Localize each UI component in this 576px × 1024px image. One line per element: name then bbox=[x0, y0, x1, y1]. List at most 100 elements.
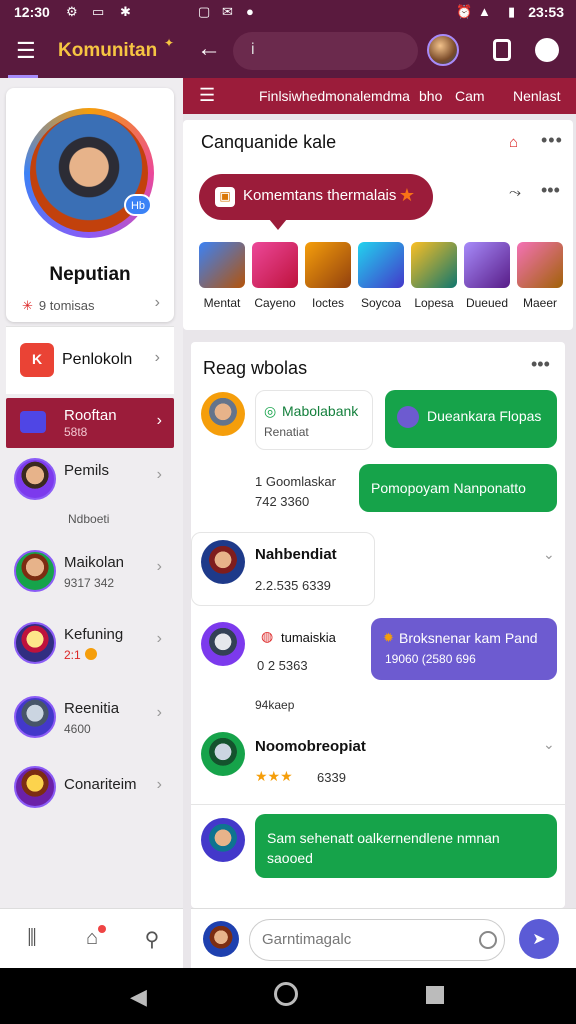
chat-header: ← i bbox=[183, 24, 576, 78]
message-avatar[interactable] bbox=[201, 732, 245, 776]
sparkle-icon: ✳ bbox=[22, 298, 33, 313]
profile-name: Neputian bbox=[49, 264, 131, 285]
chevron-right-icon: › bbox=[154, 294, 160, 311]
menu-icon[interactable]: ☰ bbox=[199, 85, 215, 106]
message-icon: ▭ bbox=[92, 4, 105, 19]
message-text: Sam sehenatt oalkernendlene nmnan bbox=[267, 830, 500, 846]
more-icon[interactable]: ••• bbox=[531, 354, 550, 375]
profile-icon[interactable] bbox=[535, 38, 559, 62]
hero-item[interactable]: Soycoa bbox=[358, 242, 404, 310]
app-header: ☰ Komunitan ✦ bbox=[0, 24, 183, 78]
hero-name: Mentat bbox=[203, 296, 241, 310]
tab-main[interactable]: Finlsiwhedmonalemdma bbox=[259, 88, 410, 104]
notification-dot bbox=[98, 925, 106, 933]
flame-icon: ✹ bbox=[383, 630, 394, 645]
square-icon: ▢ bbox=[198, 4, 211, 19]
share-icon[interactable]: ⤳ bbox=[509, 184, 521, 201]
tab-bar: ☰ Finlsiwhedmonalemdma bho Cam Nenlast bbox=[183, 78, 576, 114]
message-name: Nahbendiat bbox=[255, 546, 337, 563]
hero-image bbox=[517, 242, 563, 288]
message-sub: 2.2.535 6339 bbox=[255, 578, 331, 593]
message-bubble-green[interactable]: Pomopoyam Nanponatto bbox=[359, 464, 557, 512]
sidebar-item-conariteim[interactable]: Conariteim › bbox=[6, 756, 174, 826]
hero-item[interactable]: Lopesa bbox=[411, 242, 457, 310]
message-name: Noomobreopiat bbox=[255, 738, 366, 755]
search-input[interactable]: i bbox=[233, 32, 418, 70]
list-icon bbox=[20, 411, 46, 433]
sidebar-item-kefuning[interactable]: Kefuning 2:1 › bbox=[6, 612, 174, 686]
hero-item[interactable]: Mentat bbox=[199, 242, 245, 310]
sidebar-item-sub: 9317 342 bbox=[64, 576, 115, 590]
message-input[interactable]: Garntimagalc bbox=[249, 919, 505, 961]
more-icon[interactable]: ••• bbox=[541, 180, 560, 201]
message-card[interactable]: ◎ Mabolabank Renatiat bbox=[255, 390, 373, 450]
message-text: 1 Goomlaskar bbox=[255, 474, 336, 489]
sidebar-item-sub: 58t8 bbox=[64, 425, 88, 439]
sidebar-item-reenitia[interactable]: Reenitia 4600 › bbox=[6, 686, 174, 756]
message-bubble-purple[interactable]: ✹ Broksnenar kam Pand 19060 (2580 696 bbox=[371, 618, 557, 680]
home-icon[interactable] bbox=[274, 982, 298, 1006]
chevron-right-icon: › bbox=[156, 558, 162, 575]
message-bubble-green[interactable]: Sam sehenatt oalkernendlene nmnan saooed bbox=[255, 814, 557, 878]
send-button[interactable]: ➤ bbox=[519, 919, 559, 959]
community-bubble[interactable]: ▣ Komemtans thermalais ★ bbox=[199, 174, 433, 230]
hero-item[interactable]: Dueued bbox=[464, 242, 510, 310]
chevron-right-icon: › bbox=[156, 776, 162, 793]
sidebar-item-rooftan[interactable]: Rooftan 58t8 › bbox=[6, 398, 174, 448]
message-card-sub: Renatiat bbox=[264, 425, 309, 439]
chevron-down-icon[interactable]: ⌄ bbox=[543, 546, 555, 563]
library-icon[interactable]: ⫼ bbox=[20, 927, 44, 951]
chevron-right-icon: › bbox=[156, 466, 162, 483]
bubble-text: Komemtans thermalais bbox=[243, 187, 397, 204]
hero-item[interactable]: Cayeno bbox=[252, 242, 298, 310]
profile-subtitle: ✳ 9 tomisas bbox=[22, 298, 95, 314]
account-icon[interactable]: ⚲ bbox=[140, 927, 164, 951]
back-arrow-icon[interactable]: ← bbox=[197, 35, 221, 63]
hero-row: Mentat Cayeno Ioctes Soycoa Lopesa Dueue… bbox=[197, 242, 567, 318]
chevron-right-icon: › bbox=[156, 630, 162, 647]
sidebar-item-penlokoln[interactable]: K Penlokoln › bbox=[6, 326, 174, 394]
avatar bbox=[14, 696, 56, 738]
square-button-icon[interactable] bbox=[493, 39, 511, 61]
community-title: Canquanide kale bbox=[201, 132, 337, 152]
sidebar-item-pemils[interactable]: Pemils › Ndboeti bbox=[6, 448, 174, 540]
back-icon[interactable]: ◀ bbox=[130, 984, 147, 1010]
recents-icon[interactable] bbox=[426, 986, 444, 1004]
tab-bho[interactable]: bho bbox=[419, 88, 442, 104]
tab-cam[interactable]: Cam bbox=[455, 88, 485, 104]
mail-icon: ✉ bbox=[222, 4, 233, 19]
message-avatar[interactable] bbox=[201, 622, 245, 666]
composer-avatar[interactable] bbox=[203, 921, 239, 957]
tab-nenlast[interactable]: Nenlast bbox=[513, 88, 560, 104]
message-text: Pomopoyam Nanponatto bbox=[371, 480, 526, 496]
sidebar-item-label: Conariteim bbox=[64, 776, 137, 793]
hero-item[interactable]: Ioctes bbox=[305, 242, 351, 310]
hero-name: Dueued bbox=[465, 296, 509, 310]
message-sub: 6339 bbox=[317, 770, 346, 785]
chevron-down-icon[interactable]: ⌄ bbox=[543, 736, 555, 753]
more-icon[interactable]: ••• bbox=[541, 130, 563, 151]
message-text: 19060 (2580 696 bbox=[385, 652, 476, 666]
sidebar-item-maikolan[interactable]: Maikolan 9317 342 › bbox=[6, 540, 174, 612]
coin-icon bbox=[84, 648, 97, 660]
home-icon[interactable]: ⌂ bbox=[509, 134, 518, 151]
hero-item[interactable]: Maeer bbox=[517, 242, 563, 310]
main-content: Canquanide kale ⌂ ••• ▣ Komemtans therma… bbox=[183, 114, 576, 908]
message-avatar[interactable] bbox=[201, 392, 245, 436]
profile-sub-text: 9 tomisas bbox=[38, 298, 95, 313]
message-avatar[interactable] bbox=[201, 540, 245, 584]
chevron-right-icon: › bbox=[156, 412, 162, 429]
profile-card[interactable]: Hb Neputian ✳ 9 tomisas › bbox=[6, 88, 174, 322]
sidebar-item-sub-text: 2:1 bbox=[64, 648, 81, 662]
notifications-icon[interactable]: ⌂ bbox=[80, 925, 106, 951]
message-bubble-green[interactable]: Dueankara Flopas bbox=[385, 390, 557, 448]
user-avatar[interactable] bbox=[427, 34, 459, 66]
message-sub: 0 2 5363 bbox=[257, 658, 308, 673]
message-avatar[interactable] bbox=[201, 818, 245, 862]
menu-icon[interactable]: ☰ bbox=[16, 38, 36, 64]
hero-image bbox=[252, 242, 298, 288]
emoji-icon[interactable] bbox=[479, 931, 497, 949]
profile-avatar[interactable]: Hb bbox=[24, 108, 154, 238]
hero-image bbox=[464, 242, 510, 288]
sidebar-item-label: Penlokoln bbox=[62, 351, 133, 368]
